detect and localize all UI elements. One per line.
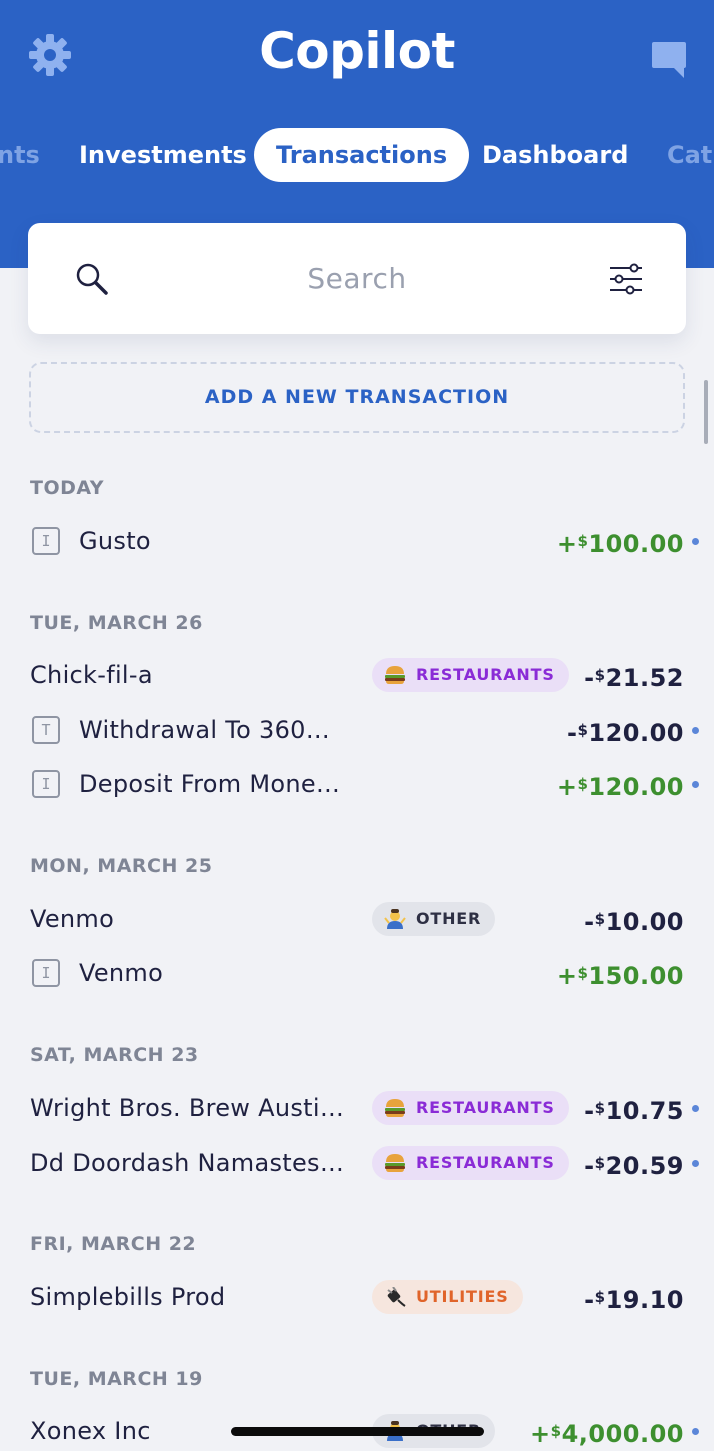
- pending-dot: [692, 781, 699, 788]
- category-tag[interactable]: RESTAURANTS: [372, 1146, 569, 1180]
- add-transaction-button[interactable]: ADD A NEW TRANSACTION: [29, 362, 685, 433]
- pending-dot: [692, 1428, 699, 1435]
- shrug-icon: [384, 909, 406, 929]
- tab-bar: nts Investments Transactions Dashboard C…: [0, 128, 714, 182]
- transaction-row[interactable]: T Withdrawal To 360… -$120.00: [0, 706, 714, 754]
- app-title: Copilot: [259, 22, 455, 80]
- tab-categories[interactable]: Cat: [667, 128, 712, 182]
- transaction-row[interactable]: Chick-fil-a RESTAURANTS -$21.52: [0, 651, 714, 699]
- pending-dot: [692, 1160, 699, 1167]
- merchant-name: Gusto: [79, 527, 151, 555]
- burger-icon: [385, 666, 405, 684]
- transaction-amount: -$20.59: [584, 1152, 684, 1180]
- scrollbar[interactable]: [704, 380, 708, 444]
- tab-investments[interactable]: Investments: [79, 128, 247, 182]
- date-header: FRI, MARCH 22: [30, 1233, 197, 1255]
- search-input[interactable]: Search: [28, 223, 686, 334]
- transaction-row[interactable]: I Deposit From Mone… +$120.00: [0, 760, 714, 808]
- date-header: TUE, MARCH 19: [30, 1368, 203, 1390]
- tab-transactions[interactable]: Transactions: [254, 128, 470, 182]
- transaction-row[interactable]: I Gusto +$100.00: [0, 517, 714, 565]
- transaction-row[interactable]: Dd Doordash Namastes… RESTAURANTS -$20.5…: [0, 1139, 714, 1187]
- transaction-amount: -$120.00: [566, 719, 684, 747]
- home-indicator[interactable]: [231, 1427, 484, 1436]
- account-type-icon: I: [32, 770, 60, 798]
- transaction-amount: +$150.00: [556, 962, 684, 990]
- transaction-amount: -$10.00: [584, 908, 684, 936]
- category-tag[interactable]: RESTAURANTS: [372, 1091, 569, 1125]
- date-header: TODAY: [30, 477, 105, 499]
- merchant-name: Deposit From Mone…: [79, 770, 341, 798]
- filter-icon[interactable]: [608, 261, 644, 297]
- date-header: MON, MARCH 25: [30, 855, 213, 877]
- burger-icon: [385, 1099, 405, 1117]
- merchant-name: Dd Doordash Namastes…: [30, 1149, 345, 1177]
- merchant-name: Chick-fil-a: [30, 661, 153, 689]
- merchant-name: Venmo: [79, 959, 164, 987]
- transaction-amount: +$120.00: [556, 773, 684, 801]
- merchant-name: Wright Bros. Brew Austi…: [30, 1094, 345, 1122]
- transaction-row[interactable]: Simplebills Prod UTILITIES -$19.10: [0, 1273, 714, 1321]
- category-tag[interactable]: OTHER: [372, 902, 496, 936]
- burger-icon: [385, 1154, 405, 1172]
- category-tag[interactable]: RESTAURANTS: [372, 658, 569, 692]
- chat-icon[interactable]: [650, 40, 688, 80]
- category-tag[interactable]: UTILITIES: [372, 1280, 523, 1314]
- pending-dot: [692, 538, 699, 545]
- search-bar[interactable]: Search: [28, 223, 686, 334]
- transaction-amount: -$21.52: [584, 664, 684, 692]
- account-type-icon: I: [32, 527, 60, 555]
- transaction-amount: +$4,000.00: [530, 1420, 684, 1448]
- merchant-name: Xonex Inc: [30, 1417, 151, 1445]
- merchant-name: Venmo: [30, 905, 115, 933]
- transaction-row[interactable]: Venmo OTHER -$10.00: [0, 895, 714, 943]
- merchant-name: Simplebills Prod: [30, 1283, 226, 1311]
- tab-accounts[interactable]: nts: [0, 128, 40, 182]
- transaction-row[interactable]: I Venmo +$150.00: [0, 949, 714, 997]
- account-type-icon: T: [32, 716, 60, 744]
- tab-dashboard[interactable]: Dashboard: [482, 128, 628, 182]
- transaction-amount: +$100.00: [556, 530, 684, 558]
- transaction-amount: -$10.75: [584, 1097, 684, 1125]
- account-type-icon: I: [32, 959, 60, 987]
- pending-dot: [692, 727, 699, 734]
- date-header: SAT, MARCH 23: [30, 1044, 199, 1066]
- transaction-amount: -$19.10: [584, 1286, 684, 1314]
- transaction-row[interactable]: Wright Bros. Brew Austi… RESTAURANTS -$1…: [0, 1084, 714, 1132]
- date-header: TUE, MARCH 26: [30, 612, 203, 634]
- pending-dot: [692, 1105, 699, 1112]
- merchant-name: Withdrawal To 360…: [79, 716, 331, 744]
- plug-icon: [387, 1287, 406, 1307]
